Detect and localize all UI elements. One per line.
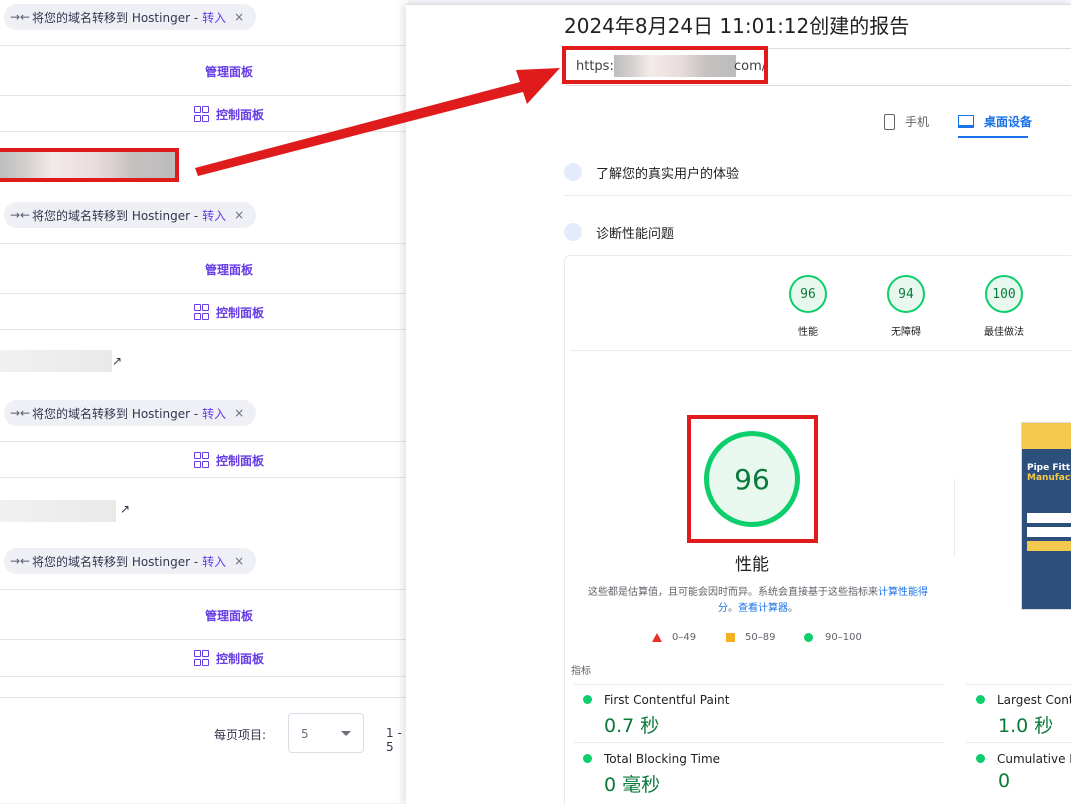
arrow-shape — [195, 68, 560, 176]
annotation-arrow — [195, 68, 560, 176]
